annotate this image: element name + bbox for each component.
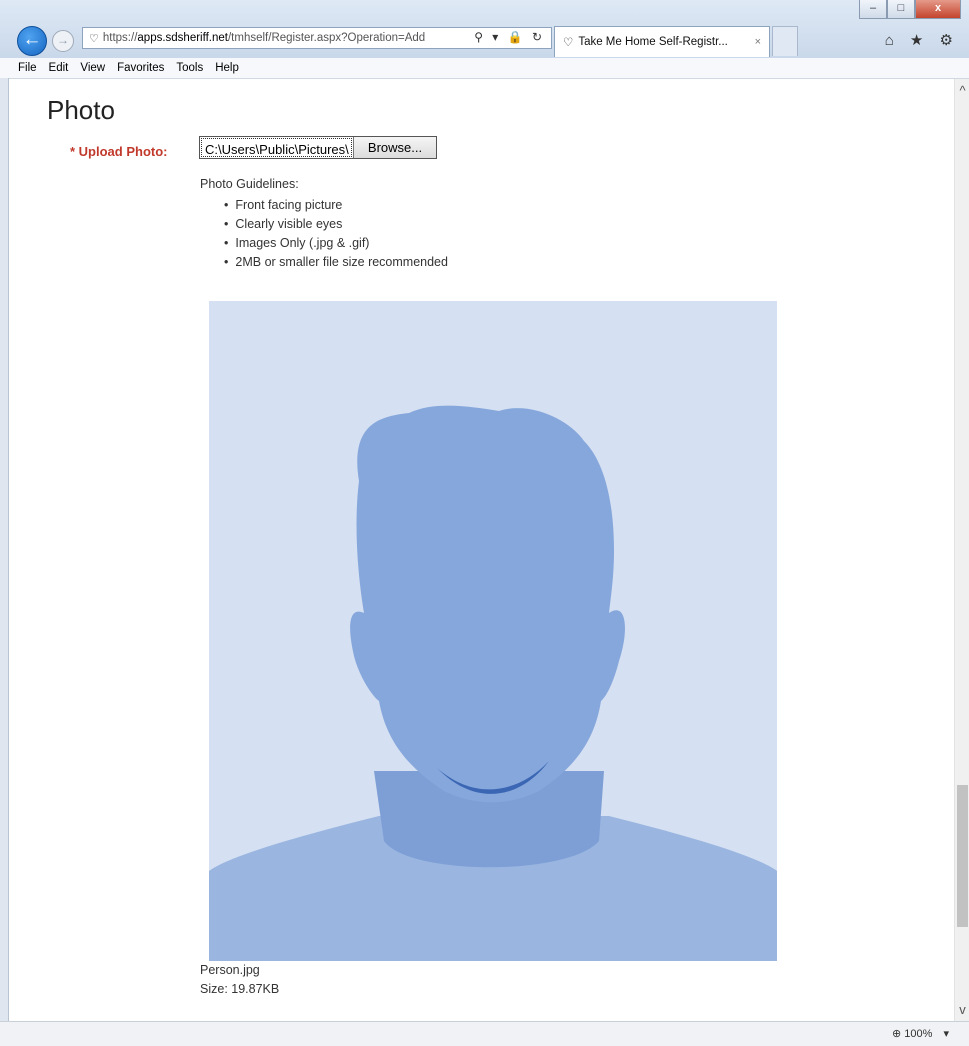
address-bar[interactable]: ♡ https:// apps.sdsheriff.net /tmhself/R… bbox=[82, 27, 552, 49]
person-silhouette-icon bbox=[209, 405, 777, 961]
tab-close-icon[interactable]: × bbox=[755, 36, 761, 48]
vertical-scrollbar[interactable]: ^ v bbox=[954, 79, 969, 1021]
page-title: Photo bbox=[47, 95, 115, 125]
zoom-control[interactable]: ⊕ 100% ▾ bbox=[892, 1027, 949, 1040]
guidelines-list: Front facing picture Clearly visible eye… bbox=[224, 196, 448, 272]
menu-favorites[interactable]: Favorites bbox=[117, 62, 164, 74]
menu-help[interactable]: Help bbox=[215, 62, 239, 74]
upload-photo-label: * Upload Photo: bbox=[70, 144, 168, 159]
silhouette-head bbox=[350, 405, 625, 803]
address-scheme: https:// bbox=[102, 32, 138, 44]
page-content: Photo * Upload Photo: C:\Users\Public\Pi… bbox=[9, 79, 954, 1021]
zoom-level: 100% bbox=[904, 1028, 933, 1040]
file-name-label: Person.jpg bbox=[200, 963, 260, 977]
menu-bar: File Edit View Favorites Tools Help bbox=[0, 58, 969, 79]
scroll-up-icon[interactable]: ^ bbox=[955, 83, 969, 98]
address-tools-icons[interactable]: ⚲ ▾ 🔒 ↻ bbox=[474, 30, 545, 44]
new-tab-button[interactable] bbox=[772, 26, 798, 56]
maximize-button[interactable]: □ bbox=[887, 0, 915, 19]
browser-titlebar: – □ x ← → ♡ https:// apps.sdsheriff.net … bbox=[0, 0, 969, 59]
list-item: Clearly visible eyes bbox=[224, 215, 448, 234]
menu-view[interactable]: View bbox=[80, 62, 105, 74]
address-path: /tmhself/Register.aspx?Operation=Add bbox=[227, 32, 426, 44]
file-upload-input[interactable]: C:\Users\Public\Pictures\ Browse... bbox=[199, 136, 437, 159]
tab-title: Take Me Home Self-Registr... bbox=[578, 36, 728, 48]
list-item: Images Only (.jpg & .gif) bbox=[224, 234, 448, 253]
scroll-down-icon[interactable]: v bbox=[955, 1002, 969, 1017]
list-item: Front facing picture bbox=[224, 196, 448, 215]
menu-file[interactable]: File bbox=[18, 62, 37, 74]
window-frame-left bbox=[0, 78, 9, 1022]
menu-tools[interactable]: Tools bbox=[176, 62, 203, 74]
file-size-label: Size: 19.87KB bbox=[200, 982, 280, 996]
minimize-button[interactable]: – bbox=[859, 0, 887, 19]
back-button[interactable]: ← bbox=[17, 26, 47, 56]
address-host: apps.sdsheriff.net bbox=[137, 32, 228, 44]
site-favicon-icon: ♡ bbox=[89, 32, 99, 45]
tab-favicon-icon: ♡ bbox=[563, 37, 574, 49]
photo-preview bbox=[209, 301, 777, 961]
chevron-down-icon[interactable]: ▾ bbox=[943, 1028, 949, 1040]
tab-take-me-home[interactable]: ♡ Take Me Home Self-Registr... × bbox=[554, 26, 770, 57]
file-path-field[interactable]: C:\Users\Public\Pictures\ bbox=[201, 138, 352, 157]
window-controls: – □ x bbox=[859, 0, 961, 19]
list-item: 2MB or smaller file size recommended bbox=[224, 253, 448, 272]
scroll-thumb[interactable] bbox=[957, 785, 968, 927]
zoom-icon: ⊕ bbox=[891, 1028, 902, 1040]
menu-edit[interactable]: Edit bbox=[49, 62, 69, 74]
browse-button[interactable]: Browse... bbox=[353, 137, 436, 158]
forward-button[interactable]: → bbox=[52, 30, 74, 52]
guidelines-title: Photo Guidelines: bbox=[200, 177, 299, 191]
home-favorites-settings-icons[interactable]: ⌂ ★ ⚙ bbox=[885, 31, 959, 49]
status-bar: ⊕ 100% ▾ bbox=[0, 1021, 969, 1046]
close-window-button[interactable]: x bbox=[915, 0, 961, 19]
